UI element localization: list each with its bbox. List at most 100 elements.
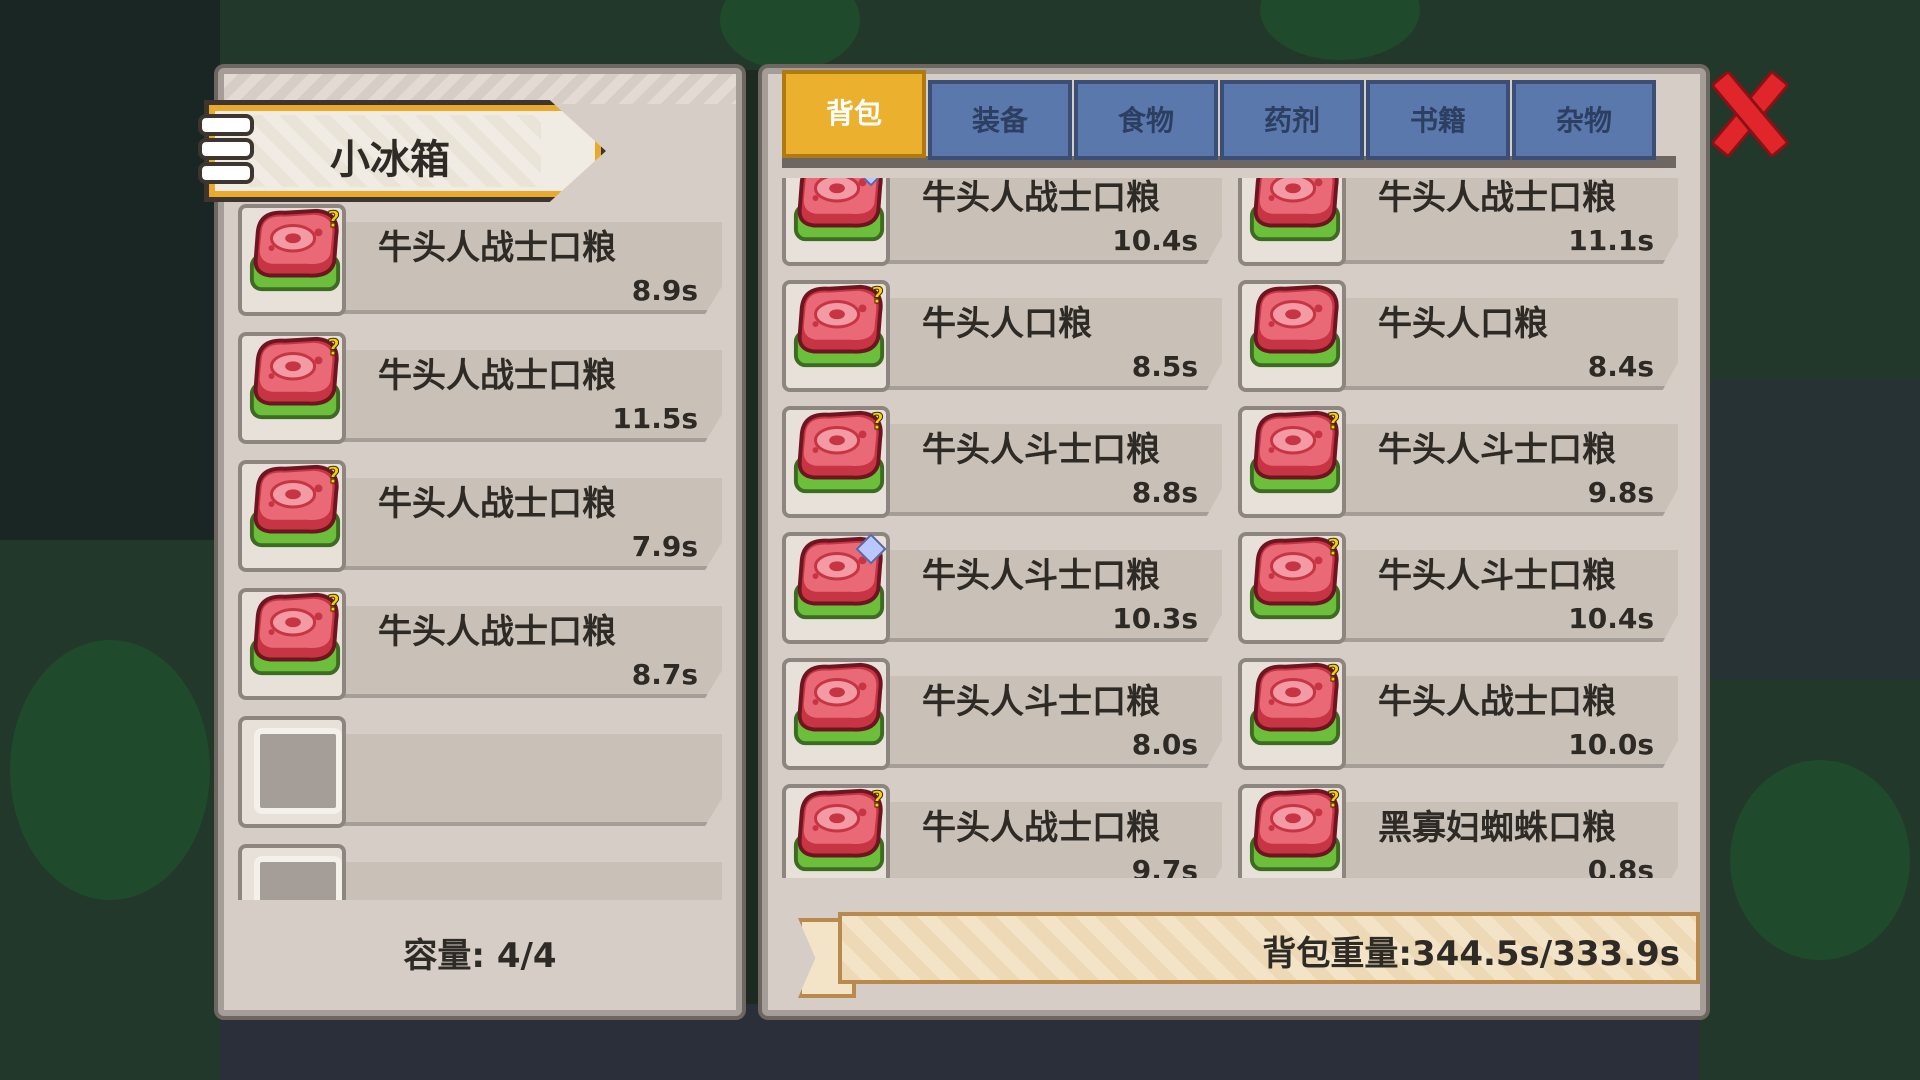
food-item-row[interactable]: ? 牛头人战士口粮 7.9s xyxy=(238,456,722,572)
item-slot[interactable]: ? xyxy=(1238,784,1346,878)
unknown-quality-icon: ? xyxy=(327,464,341,490)
item-name: 牛头人口粮 xyxy=(1378,304,1548,344)
food-item-row[interactable]: ? 牛头人战士口粮 11.5s xyxy=(238,328,722,444)
item-slot[interactable]: ? xyxy=(1238,532,1346,644)
food-item-row[interactable]: 牛头人口粮 8.4s xyxy=(1238,276,1678,392)
item-name: 牛头人战士口粮 xyxy=(378,612,616,652)
item-time: 10.4s xyxy=(1568,602,1654,635)
meat-ration-icon xyxy=(793,178,885,242)
item-slot[interactable] xyxy=(1238,280,1346,392)
unknown-quality-icon: ? xyxy=(1327,536,1341,562)
weight-ribbon: 背包重量:344.5s/333.9s xyxy=(798,912,1700,998)
item-name: 牛头人斗士口粮 xyxy=(1378,556,1616,596)
item-name: 牛头人战士口粮 xyxy=(378,228,616,268)
food-item-row[interactable]: ? 牛头人斗士口粮 9.8s xyxy=(1238,402,1678,518)
food-item-row[interactable]: ? 牛头人战士口粮 11.1s xyxy=(1238,178,1678,266)
item-slot[interactable]: ? xyxy=(1238,658,1346,770)
item-card xyxy=(298,734,722,826)
fridge-title-banner: 小冰箱 xyxy=(204,100,606,202)
food-item-row[interactable]: 牛头人斗士口粮 10.3s xyxy=(782,528,1222,644)
item-slot[interactable] xyxy=(782,658,890,770)
unknown-quality-icon: ? xyxy=(327,208,341,234)
unknown-quality-icon: ? xyxy=(1327,788,1341,814)
item-name: 牛头人战士口粮 xyxy=(378,484,616,524)
food-item-row[interactable]: ? 牛头人斗士口粮 10.4s xyxy=(1238,528,1678,644)
item-time: 8.7s xyxy=(631,658,698,691)
binder-ring-icon xyxy=(198,138,254,160)
food-item-row[interactable]: ? 牛头人战士口粮 8.7s xyxy=(238,584,722,700)
tab-5[interactable]: 杂物 xyxy=(1512,80,1656,160)
item-name: 牛头人斗士口粮 xyxy=(922,556,1160,596)
tab-3[interactable]: 药剂 xyxy=(1220,80,1364,160)
meat-ration-icon xyxy=(1249,284,1341,368)
item-slot[interactable]: ? xyxy=(782,280,890,392)
fridge-panel: 小冰箱 ? 牛头人战士口粮 8.9s ? 牛头人战士口粮 11.5s ? 牛头人战士口粮 7… xyxy=(198,68,742,1016)
bag-item-list[interactable]: 牛头人战士口粮 10.4s ? 牛头人战士口粮 11.1s ? 牛头人口粮 8.5s 牛头… xyxy=(782,178,1682,878)
unknown-quality-icon: ? xyxy=(1327,410,1341,436)
item-time: 9.8s xyxy=(1587,476,1654,509)
close-button[interactable] xyxy=(1710,70,1780,150)
food-item-row[interactable]: 牛头人斗士口粮 8.0s xyxy=(782,654,1222,770)
item-time: 11.1s xyxy=(1568,224,1654,257)
binder-ring-icon xyxy=(198,162,254,184)
item-time: 8.0s xyxy=(1131,728,1198,761)
empty-slot-row-partial[interactable] xyxy=(238,840,722,900)
item-time: 8.4s xyxy=(1587,350,1654,383)
item-time: 9.7s xyxy=(1131,854,1198,878)
empty-slot-row[interactable] xyxy=(238,712,722,828)
unknown-quality-icon: ? xyxy=(1327,178,1341,184)
item-time: 7.9s xyxy=(631,530,698,563)
item-name: 牛头人斗士口粮 xyxy=(922,682,1160,722)
tab-1[interactable]: 装备 xyxy=(928,80,1072,160)
tab-4[interactable]: 书籍 xyxy=(1366,80,1510,160)
unknown-quality-icon: ? xyxy=(327,592,341,618)
panel-zigzag xyxy=(224,74,736,104)
item-slot[interactable]: ? xyxy=(782,784,890,878)
item-name: 牛头人斗士口粮 xyxy=(922,430,1160,470)
unknown-quality-icon: ? xyxy=(871,788,885,814)
unknown-quality-icon: ? xyxy=(871,284,885,310)
item-slot[interactable] xyxy=(238,844,346,900)
food-item-row[interactable]: ? 黑寡妇蜘蛛口粮 0.8s xyxy=(1238,780,1678,878)
item-slot[interactable]: ? xyxy=(1238,178,1346,266)
item-slot[interactable]: ? xyxy=(1238,406,1346,518)
unknown-quality-icon: ? xyxy=(871,410,885,436)
item-name: 牛头人战士口粮 xyxy=(1378,178,1616,218)
food-item-row[interactable]: ? 牛头人战士口粮 9.7s xyxy=(782,780,1222,878)
item-name: 牛头人战士口粮 xyxy=(922,808,1160,848)
item-time: 8.8s xyxy=(1131,476,1198,509)
item-name: 黑寡妇蜘蛛口粮 xyxy=(1378,808,1616,848)
item-slot[interactable]: ? xyxy=(238,332,346,444)
item-slot[interactable]: ? xyxy=(238,460,346,572)
food-item-row[interactable]: ? 牛头人斗士口粮 8.8s xyxy=(782,402,1222,518)
item-time: 11.5s xyxy=(612,402,698,435)
item-time: 0.8s xyxy=(1587,854,1654,878)
tab-2[interactable]: 食物 xyxy=(1074,80,1218,160)
fridge-item-list[interactable]: ? 牛头人战士口粮 8.9s ? 牛头人战士口粮 11.5s ? 牛头人战士口粮 7.9s … xyxy=(238,200,722,900)
item-slot[interactable]: ? xyxy=(238,204,346,316)
item-time: 8.9s xyxy=(631,274,698,307)
item-name: 牛头人斗士口粮 xyxy=(1378,430,1616,470)
item-name: 牛头人战士口粮 xyxy=(922,178,1160,218)
item-time: 8.5s xyxy=(1131,350,1198,383)
item-slot[interactable]: ? xyxy=(238,588,346,700)
tab-0[interactable]: 背包 xyxy=(782,70,926,158)
item-time: 10.3s xyxy=(1112,602,1198,635)
item-slot[interactable] xyxy=(782,532,890,644)
item-name: 牛头人口粮 xyxy=(922,304,1092,344)
item-name: 牛头人战士口粮 xyxy=(1378,682,1616,722)
meat-ration-icon xyxy=(793,662,885,746)
tab-bar: 背包 装备 食物 药剂 书籍 杂物 xyxy=(782,70,1672,164)
food-item-row[interactable]: ? 牛头人战士口粮 8.9s xyxy=(238,200,722,316)
food-item-row[interactable]: ? 牛头人战士口粮 10.0s xyxy=(1238,654,1678,770)
food-item-row[interactable]: 牛头人战士口粮 10.4s xyxy=(782,178,1222,266)
fridge-title: 小冰箱 xyxy=(330,137,450,183)
food-item-row[interactable]: ? 牛头人口粮 8.5s xyxy=(782,276,1222,392)
item-time: 10.4s xyxy=(1112,224,1198,257)
item-time: 10.0s xyxy=(1568,728,1654,761)
item-slot[interactable] xyxy=(782,178,890,266)
item-slot[interactable] xyxy=(238,716,346,828)
item-slot[interactable]: ? xyxy=(782,406,890,518)
item-card xyxy=(298,862,722,900)
meat-ration-icon xyxy=(1249,178,1341,242)
